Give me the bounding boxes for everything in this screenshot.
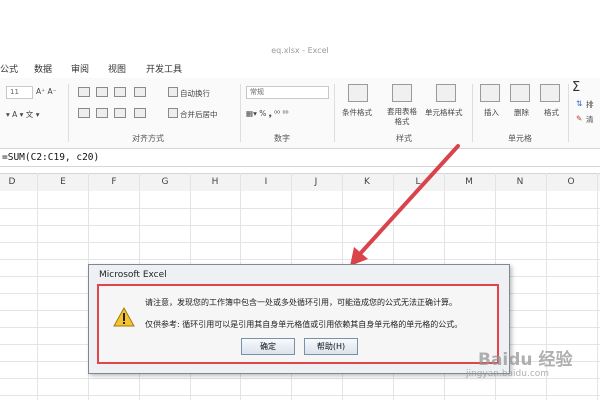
warning-icon bbox=[113, 307, 135, 327]
watermark-text: Baidu 经验 bbox=[478, 350, 573, 370]
dialog-highlight-frame: 请注意，发现您的工作簿中包含一处或多处循环引用，可能造成您的公式无法正确计算。 … bbox=[97, 284, 499, 364]
ok-button[interactable]: 确定 bbox=[241, 338, 295, 355]
baidu-watermark: Baidu 经验 jingyan.baidu.com bbox=[458, 345, 598, 385]
help-button[interactable]: 帮助(H) bbox=[304, 338, 358, 355]
dialog-title: Microsoft Excel bbox=[99, 270, 167, 280]
watermark-url: jingyan.baidu.com bbox=[466, 369, 550, 379]
circular-reference-dialog: Microsoft Excel 请注意，发现您的工作簿中包含一处或多处循环引用，… bbox=[88, 264, 510, 374]
dialog-message: 请注意，发现您的工作簿中包含一处或多处循环引用，可能造成您的公式无法正确计算。 bbox=[145, 298, 457, 307]
dialog-note: 仅供参考: 循环引用可以是引用其自身单元格值或引用依赖其自身单元格的单元格的公式… bbox=[145, 320, 463, 329]
